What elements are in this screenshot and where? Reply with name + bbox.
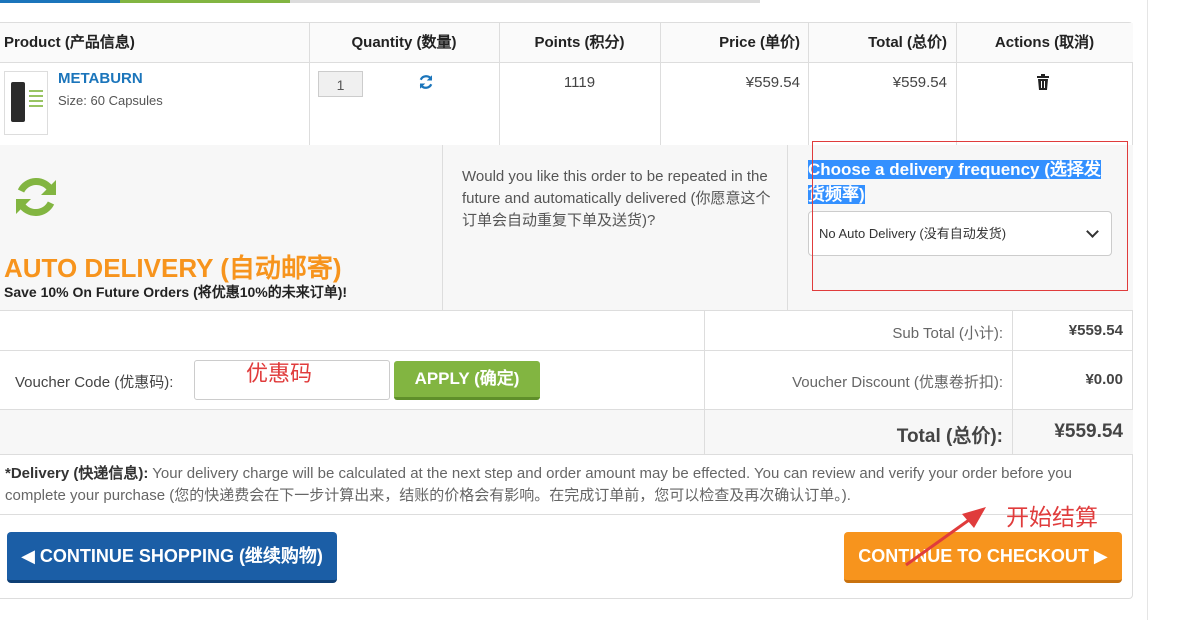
quantity-input[interactable]: 1 [318,71,363,97]
caret-right-icon: ▶ [1093,546,1108,566]
trash-icon[interactable] [1036,74,1050,90]
caret-left-icon: ◀ [21,546,35,566]
checkout-annotation: 开始结算 [1006,505,1098,531]
header-price: Price (单价) [660,23,808,63]
row-divider [0,350,1133,351]
total-label: Total (总价): [896,426,1003,447]
delivery-note-text: Your delivery charge will be calculated … [5,465,1072,504]
annotation-highlight-box [812,141,1128,291]
product-image[interactable] [4,71,48,135]
product-total: ¥559.54 [892,74,947,91]
voucher-annotation: 优惠码 [246,362,313,387]
product-bottle [11,82,25,122]
product-name-link[interactable]: METABURN [58,70,143,87]
progress-segment-1 [0,0,120,3]
header-quantity: Quantity (数量) [309,23,499,63]
col-divider [309,23,310,145]
cart-panel: Product (产品信息) Quantity (数量) Points (积分)… [0,22,1133,599]
update-quantity-icon[interactable] [417,73,435,91]
product-size: Size: 60 Capsules [58,93,163,108]
voucher-label: Voucher Code (优惠码): [15,374,174,391]
annotation-arrow-icon [905,507,986,567]
delivery-note-heading: *Delivery (快递信息): [5,465,149,482]
page-divider [1147,0,1148,620]
section-divider [787,145,788,311]
apply-voucher-button[interactable]: APPLY (确定) [394,361,540,400]
header-product: Product (产品信息) [0,23,309,63]
auto-delivery-question: Would you like this order to be repeated… [462,168,771,229]
continue-shopping-button[interactable]: ◀ CONTINUE SHOPPING (继续购物) [7,532,337,583]
header-actions: Actions (取消) [956,23,1133,63]
total-value: ¥559.54 [1054,421,1123,442]
header-total: Total (总价) [808,23,956,63]
subtotal-value: ¥559.54 [1068,322,1123,339]
section-divider [442,145,443,311]
product-price: ¥559.54 [745,74,800,91]
header-points: Points (积分) [499,23,660,63]
progress-segment-2 [120,0,290,3]
auto-delivery-title: AUTO DELIVERY (自动邮寄) [4,253,342,283]
auto-delivery-refresh-icon [16,178,56,216]
voucher-discount-label: Voucher Discount (优惠卷折扣): [792,374,1003,391]
voucher-discount-value: ¥0.00 [1085,371,1123,388]
auto-delivery-subtitle: Save 10% On Future Orders (将优惠10%的未来订单)! [4,284,348,300]
continue-shopping-label: CONTINUE SHOPPING (继续购物) [39,546,323,566]
subtotal-label: Sub Total (小计): [892,325,1003,342]
product-label [29,90,43,110]
progress-bar [0,0,760,3]
col-divider [956,23,957,145]
product-points: 1119 [563,74,596,91]
